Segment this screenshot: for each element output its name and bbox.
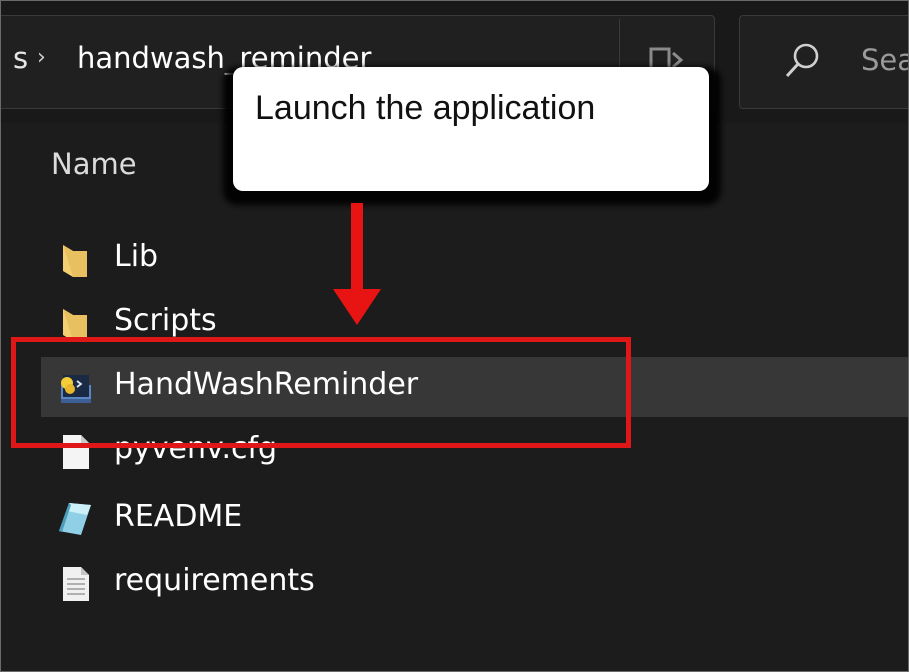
search-input[interactable]: Search bbox=[861, 43, 908, 77]
breadcrumb-previous[interactable]: s bbox=[13, 41, 28, 75]
down-arrow-icon bbox=[333, 203, 381, 325]
callout-box: Launch the application bbox=[233, 67, 709, 191]
file-name: requirements bbox=[114, 563, 315, 598]
folder-icon bbox=[63, 245, 87, 277]
list-item[interactable]: requirements bbox=[41, 553, 908, 613]
file-name: Lib bbox=[114, 239, 159, 274]
readme-icon bbox=[59, 503, 91, 535]
column-header-name[interactable]: Name bbox=[51, 147, 137, 181]
file-name: Scripts bbox=[114, 303, 217, 338]
callout-text: Launch the application bbox=[255, 89, 596, 127]
highlight-box bbox=[11, 337, 631, 448]
file-explorer-window: s › handwash_reminder Search Name Lib Sc… bbox=[0, 0, 909, 672]
breadcrumb-chevron-icon: › bbox=[37, 45, 46, 70]
text-file-icon bbox=[63, 567, 89, 601]
list-item[interactable]: Lib bbox=[41, 229, 908, 289]
file-name: README bbox=[114, 499, 243, 534]
search-icon bbox=[785, 43, 819, 78]
list-item[interactable]: README bbox=[41, 489, 908, 549]
